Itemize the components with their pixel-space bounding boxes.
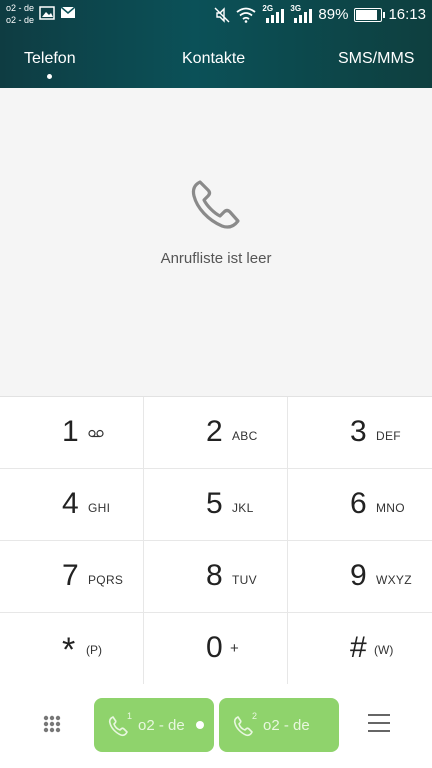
key-digit: 9	[350, 559, 367, 592]
key-hash[interactable]: # (W)	[288, 613, 432, 685]
battery-fill	[356, 9, 378, 20]
key-8[interactable]: 8 TUV	[144, 541, 288, 613]
mute-icon	[214, 6, 230, 23]
phone-icon	[191, 180, 240, 229]
battery-icon	[354, 7, 386, 22]
key-digit: 1	[62, 415, 79, 448]
key-0[interactable]: 0 +	[144, 613, 288, 685]
tab-sms-mms[interactable]: SMS/MMS	[338, 50, 414, 68]
clock: 16:13	[388, 6, 426, 23]
key-digit: *	[62, 631, 76, 669]
signal-sim1: 2G	[262, 3, 285, 23]
sim-slot-number: 2	[252, 711, 258, 721]
key-digit: 6	[350, 487, 367, 520]
key-star[interactable]: * (P)	[0, 613, 144, 685]
key-letters: ABC	[232, 429, 258, 443]
call-sim1-label: o2 - de	[138, 717, 185, 734]
tab-bar: Telefon Kontakte SMS/MMS	[0, 44, 432, 84]
bottom-action-bar: 1 o2 - de 2 o2 - de	[0, 684, 432, 768]
key-letters: TUV	[232, 573, 257, 587]
call-sim2-button[interactable]: 2 o2 - de	[219, 698, 339, 752]
gallery-icon	[39, 6, 55, 20]
key-letters: (P)	[86, 643, 102, 657]
key-digit: 3	[350, 415, 367, 448]
carrier-labels: o2 - de o2 - de	[6, 2, 34, 26]
key-3[interactable]: 3 DEF	[288, 397, 432, 469]
tab-kontakte[interactable]: Kontakte	[182, 50, 245, 68]
key-letters: (W)	[374, 643, 394, 657]
key-letters: GHI	[88, 501, 111, 515]
dialpad-icon[interactable]	[40, 712, 64, 736]
voicemail-icon	[88, 429, 104, 438]
key-9[interactable]: 9 WXYZ	[288, 541, 432, 613]
empty-message: Anrufliste ist leer	[160, 250, 272, 267]
status-bar: o2 - de o2 - de 2G 3G 89% 16:13	[0, 0, 432, 32]
active-tab-indicator	[47, 74, 53, 79]
signal-sim2: 3G	[290, 3, 313, 23]
sim-slot-number: 1	[127, 711, 133, 721]
status-right: 2G 3G 89% 16:13	[214, 3, 426, 23]
default-sim-indicator	[196, 721, 204, 729]
mail-icon	[60, 6, 76, 18]
key-5[interactable]: 5 JKL	[144, 469, 288, 541]
menu-icon[interactable]	[368, 714, 390, 732]
key-7[interactable]: 7 PQRS	[0, 541, 144, 613]
key-letters: PQRS	[88, 573, 124, 587]
call-sim1-button[interactable]: 1 o2 - de	[94, 698, 214, 752]
key-6[interactable]: 6 MNO	[288, 469, 432, 541]
carrier-2-label: o2 - de	[6, 15, 35, 25]
key-digit: #	[350, 631, 367, 664]
tab-label: Telefon	[24, 50, 76, 67]
key-letters: MNO	[376, 501, 405, 515]
key-letters: WXYZ	[376, 573, 412, 587]
network-type-2: 3G	[290, 3, 302, 13]
key-letters: DEF	[376, 429, 401, 443]
key-2[interactable]: 2 ABC	[144, 397, 288, 469]
tab-label: SMS/MMS	[338, 50, 415, 67]
carrier-1-label: o2 - de	[6, 3, 35, 13]
key-1[interactable]: 1	[0, 397, 144, 469]
call-sim2-label: o2 - de	[263, 717, 310, 734]
tab-label: Kontakte	[182, 50, 246, 67]
key-4[interactable]: 4 GHI	[0, 469, 144, 541]
key-digit: 8	[206, 559, 223, 592]
key-digit: 2	[206, 415, 223, 448]
app-header: o2 - de o2 - de 2G 3G 89% 16:13 Telefon …	[0, 0, 432, 88]
key-letters: +	[230, 640, 239, 657]
dial-keypad: 1 2 ABC 3 DEF 4 GHI 5 JKL 6 MNO 7 PQRS 8…	[0, 396, 432, 685]
network-type-1: 2G	[262, 3, 274, 13]
key-letters: JKL	[232, 501, 254, 515]
battery-percent: 89%	[318, 6, 349, 23]
key-digit: 4	[62, 487, 79, 520]
call-log-empty: Anrufliste ist leer	[0, 88, 432, 396]
key-digit: 5	[206, 487, 223, 520]
key-digit: 0	[206, 631, 223, 664]
key-digit: 7	[62, 559, 79, 592]
tab-telefon[interactable]: Telefon	[24, 50, 76, 79]
wifi-icon	[236, 7, 256, 23]
